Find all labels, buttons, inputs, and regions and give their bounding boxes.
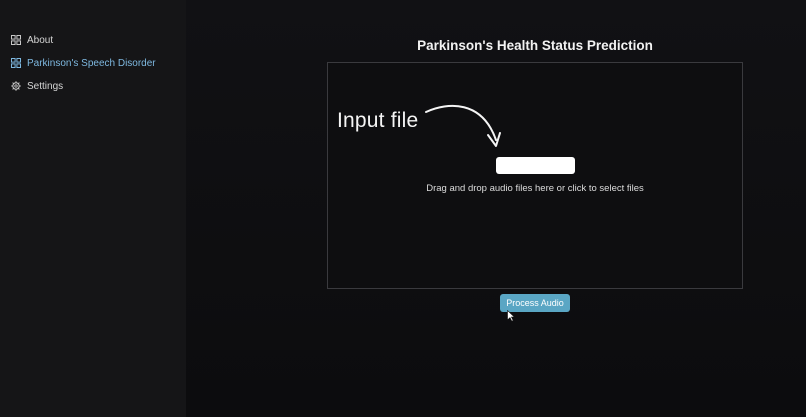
sidebar-item-parkinsons-speech-disorder[interactable]: Parkinson's Speech Disorder bbox=[11, 54, 156, 72]
sidebar-item-settings[interactable]: Settings bbox=[11, 77, 63, 95]
sidebar: About Parkinson's Speech Disorder Settin… bbox=[0, 0, 186, 417]
input-file-annotation: Input file bbox=[337, 109, 419, 132]
curved-arrow-icon bbox=[425, 104, 501, 147]
page-title: Parkinson's Health Status Prediction bbox=[417, 38, 653, 53]
grid-icon bbox=[11, 35, 21, 45]
sidebar-item-label: Settings bbox=[27, 80, 64, 92]
sidebar-item-about[interactable]: About bbox=[11, 31, 53, 49]
sidebar-item-label: Parkinson's Speech Disorder bbox=[27, 57, 156, 69]
drop-hint-text: Drag and drop audio files here or click … bbox=[426, 183, 644, 194]
file-input[interactable] bbox=[496, 157, 575, 174]
grid-icon bbox=[11, 58, 21, 68]
file-dropzone[interactable] bbox=[327, 62, 743, 289]
gear-icon bbox=[11, 81, 21, 91]
mouse-cursor-icon bbox=[507, 310, 515, 322]
sidebar-item-label: About bbox=[27, 34, 54, 46]
